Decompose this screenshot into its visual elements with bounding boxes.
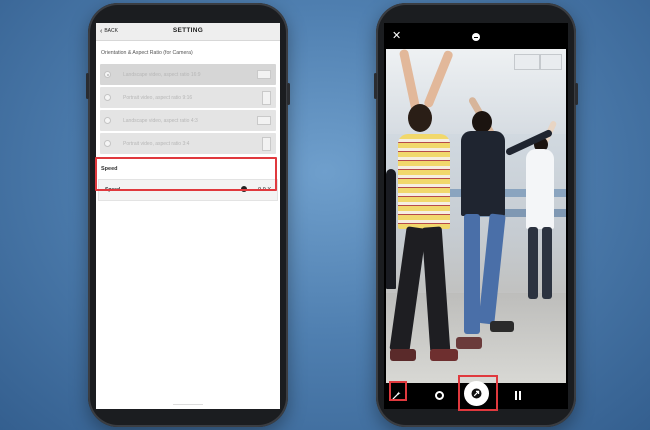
radio-button[interactable] xyxy=(104,140,111,147)
settings-icon[interactable] xyxy=(435,391,444,400)
option-portrait-3-4[interactable]: Portrait video, aspect ratio 3:4 xyxy=(100,133,276,154)
settings-phone: ‹ BACK SETTING Orientation & Aspect Rati… xyxy=(86,3,290,427)
landscape-ratio-icon xyxy=(257,70,271,79)
volume-button xyxy=(86,73,89,99)
power-button xyxy=(287,83,290,105)
radio-button[interactable] xyxy=(104,117,111,124)
dancer-leg xyxy=(464,214,480,334)
camera-phone: ✕ xyxy=(374,3,578,427)
portrait-ratio-icon xyxy=(262,90,271,105)
option-label: Portrait video, aspect ratio 9:16 xyxy=(123,94,193,101)
option-landscape-16-9[interactable]: Landscape video, aspect ratio 16:9 xyxy=(100,64,276,85)
dancer-body xyxy=(526,149,554,229)
dancer-head xyxy=(472,111,492,133)
pause-icon[interactable] xyxy=(515,391,522,400)
landscape-ratio-icon xyxy=(257,116,271,125)
speed-highlight-box xyxy=(95,157,277,191)
power-button xyxy=(575,83,578,105)
camera-preview xyxy=(386,48,566,383)
dancer-body xyxy=(398,134,450,229)
volume-button xyxy=(374,73,377,99)
option-label: Landscape video, aspect ratio 16:9 xyxy=(123,71,201,78)
settings-screen: ‹ BACK SETTING Orientation & Aspect Rati… xyxy=(96,23,280,409)
portrait-ratio-icon xyxy=(262,136,271,151)
camera-top-bar: ✕ xyxy=(384,23,568,49)
window xyxy=(540,54,562,70)
dancer-shoe xyxy=(490,321,514,332)
shutter-highlight-box xyxy=(458,375,498,411)
dancer-leg xyxy=(528,227,538,299)
dancer-shoe xyxy=(390,349,416,361)
option-landscape-4-3[interactable]: Landscape video, aspect ratio 4:3 xyxy=(100,110,276,131)
home-indicator xyxy=(173,404,203,405)
radio-button[interactable] xyxy=(104,94,111,101)
background-person xyxy=(386,169,396,289)
option-portrait-9-16[interactable]: Portrait video, aspect ratio 9:16 xyxy=(100,87,276,108)
close-icon[interactable]: ✕ xyxy=(392,31,401,42)
camera-pause-icon[interactable] xyxy=(472,33,480,41)
orientation-options: Landscape video, aspect ratio 16:9 Portr… xyxy=(100,64,276,154)
window xyxy=(514,54,540,70)
dancer-shoe xyxy=(456,337,482,349)
page-title: SETTING xyxy=(172,27,204,34)
dancer-head xyxy=(408,104,432,132)
radio-button[interactable] xyxy=(104,71,111,78)
option-label: Portrait video, aspect ratio 3:4 xyxy=(123,140,190,147)
settings-header: ‹ BACK SETTING xyxy=(96,23,280,41)
option-label: Landscape video, aspect ratio 4:3 xyxy=(123,117,198,124)
dancer-body xyxy=(461,131,505,216)
orientation-section-title: Orientation & Aspect Ratio (for Camera) xyxy=(101,50,193,56)
camera-screen: ✕ xyxy=(384,23,568,409)
magic-wand-highlight-box xyxy=(389,381,407,401)
dancer-leg xyxy=(542,227,552,299)
dancer-shoe xyxy=(430,349,458,361)
